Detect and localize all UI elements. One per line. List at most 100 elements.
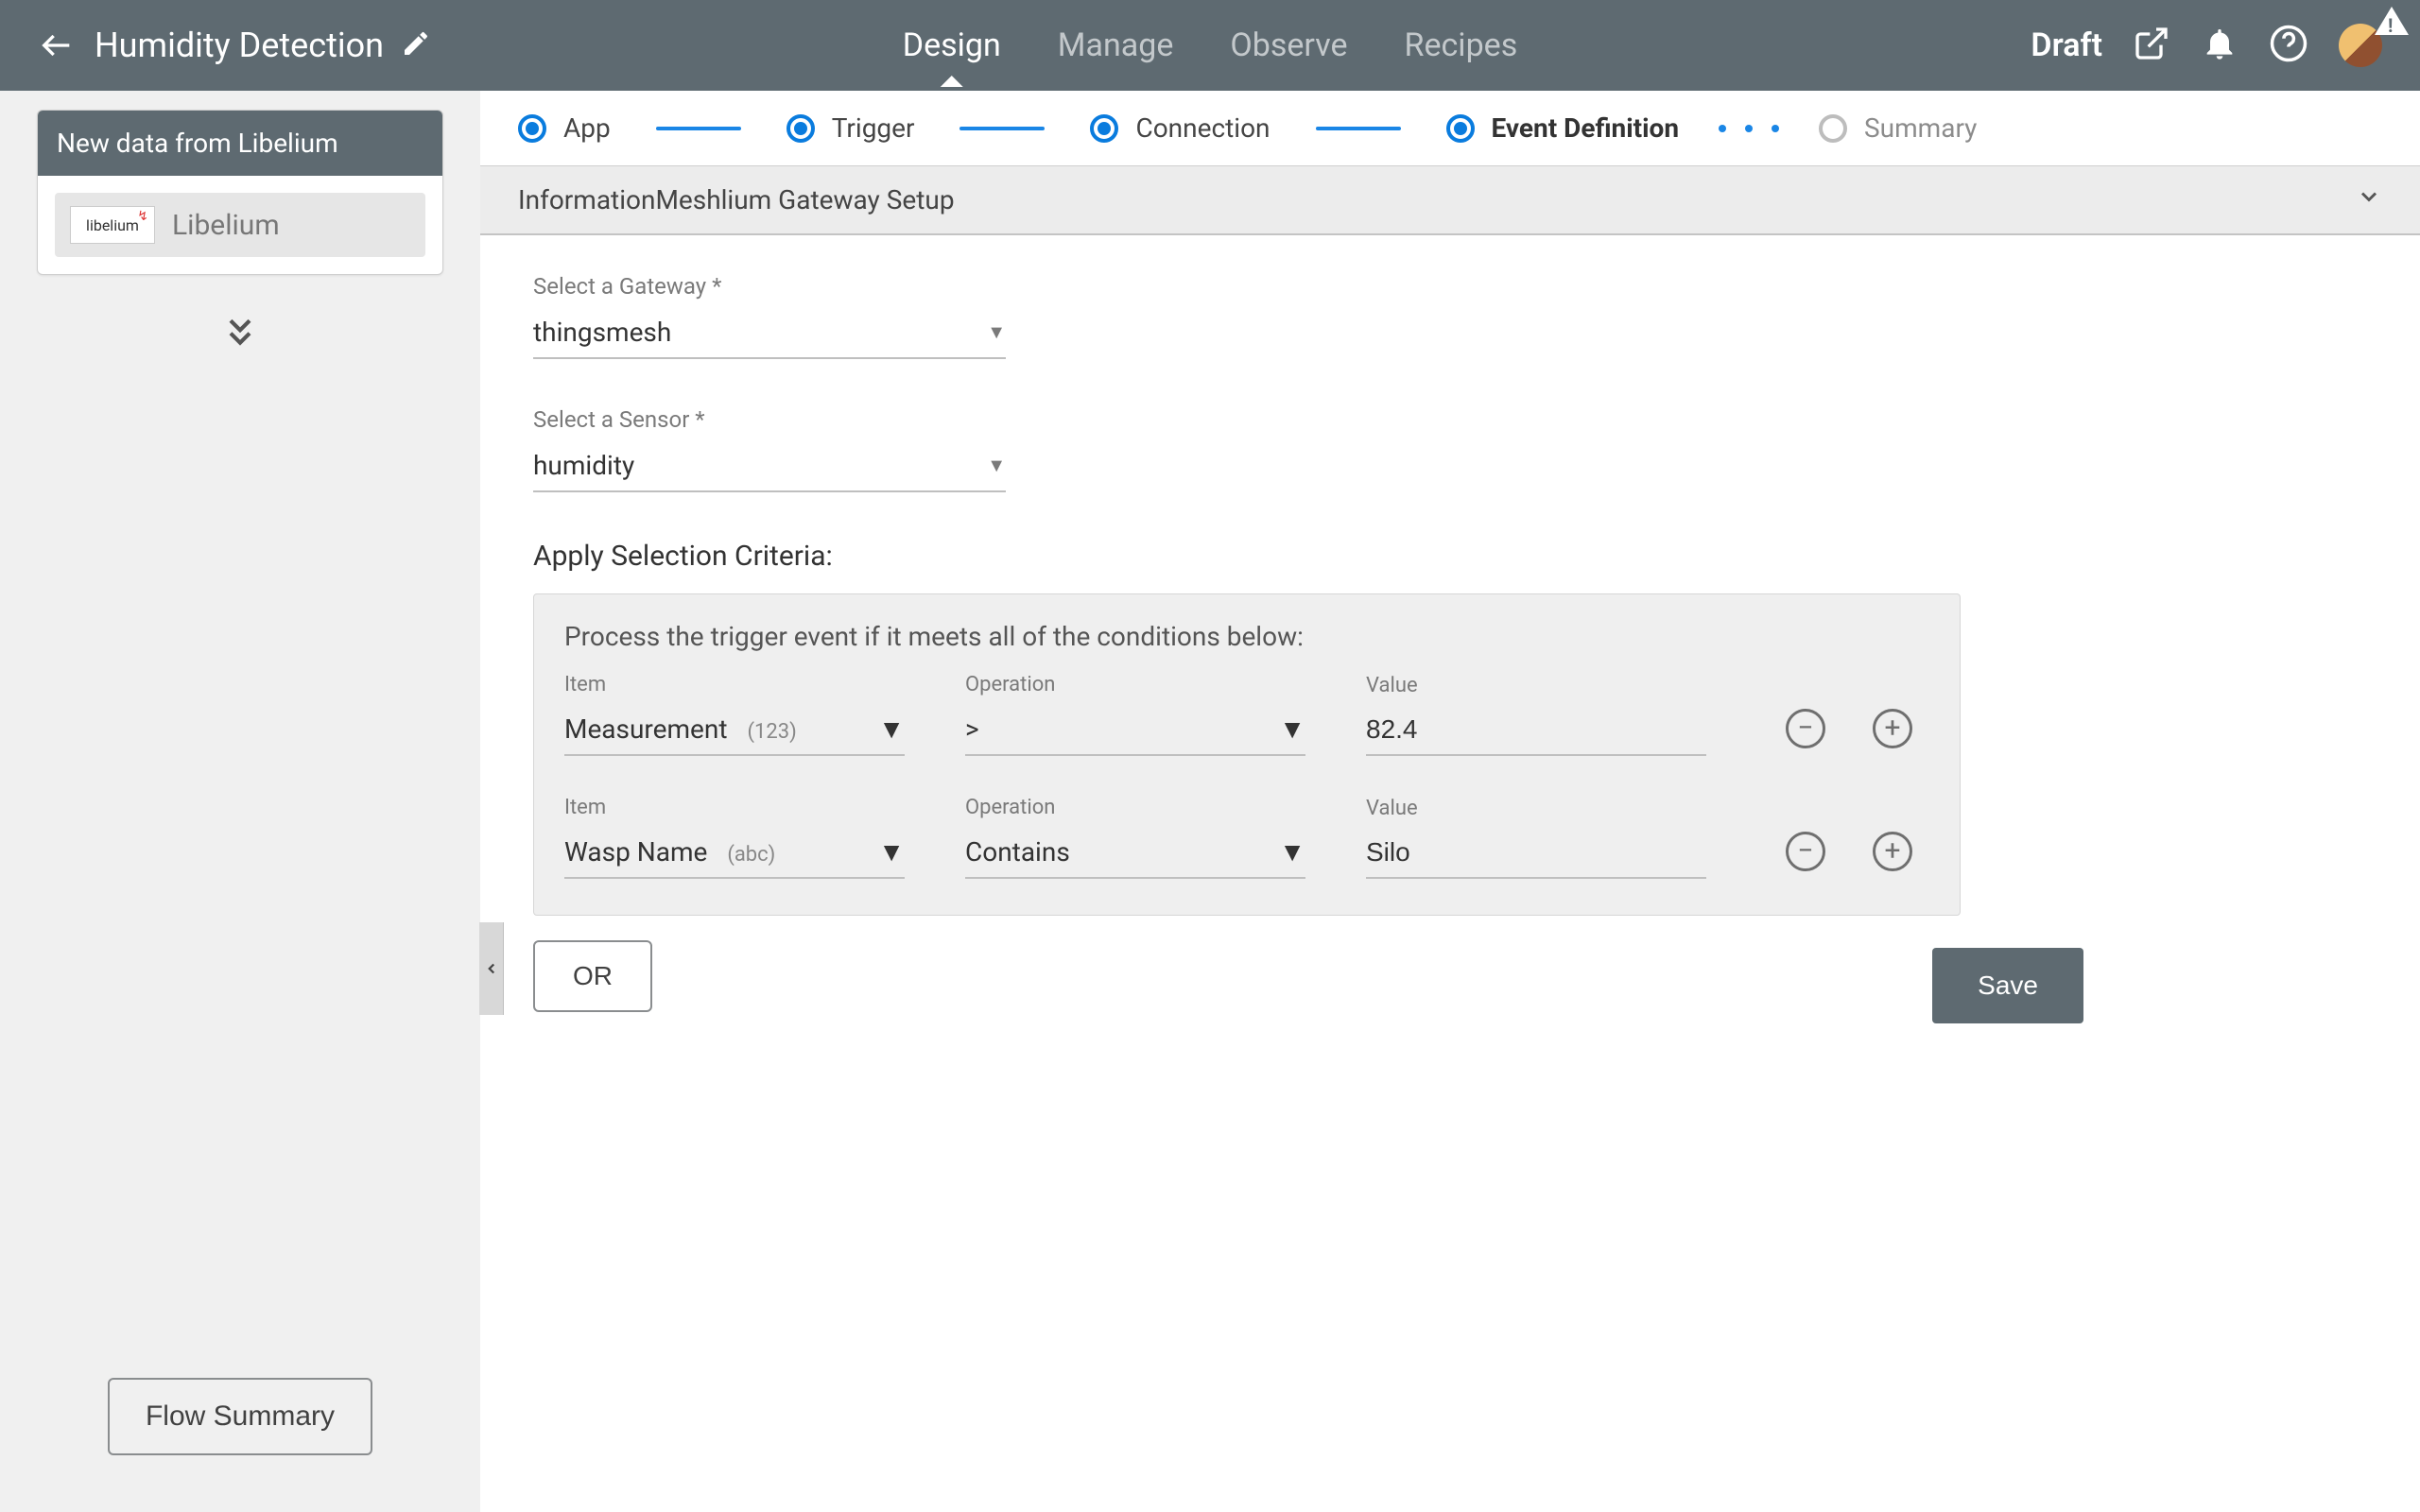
libelium-block[interactable]: libelium ↯ Libelium xyxy=(55,193,425,257)
step-connector xyxy=(959,127,1045,130)
main-tabs: Design Manage Observe Recipes xyxy=(903,0,1518,91)
chevron-down-icon: ▼ xyxy=(987,454,1006,477)
tab-observe[interactable]: Observe xyxy=(1230,26,1347,64)
condition-value-input[interactable] xyxy=(1366,828,1706,879)
condition-row: Item Measurement (123) ▼ Operation xyxy=(564,673,1929,756)
step-connection[interactable]: Connection xyxy=(1090,112,1270,144)
operation-label: Operation xyxy=(965,673,1305,696)
condition-item-select[interactable]: Wasp Name (abc) ▼ xyxy=(564,827,905,879)
condition-operation-select[interactable]: Contains ▼ xyxy=(965,827,1305,879)
back-arrow-icon[interactable] xyxy=(38,26,76,64)
chevron-down-icon: ▼ xyxy=(1279,713,1305,745)
collapse-sidebar-handle[interactable] xyxy=(479,922,504,1015)
step-summary[interactable]: Summary xyxy=(1819,112,1977,144)
flow-summary-button[interactable]: Flow Summary xyxy=(108,1378,372,1455)
step-connector xyxy=(1316,127,1401,130)
gateway-field: Select a Gateway * thingsmesh ▼ xyxy=(533,273,1006,359)
or-button[interactable]: OR xyxy=(533,940,652,1012)
gateway-value: thingsmesh xyxy=(533,317,671,348)
left-sidebar: New data from Libelium libelium ↯ Libeli… xyxy=(0,91,480,1512)
libelium-logo-text: libelium xyxy=(86,216,139,234)
condition-row: Item Wasp Name (abc) ▼ Operation xyxy=(564,796,1929,879)
remove-condition-button[interactable]: − xyxy=(1786,709,1825,748)
wizard-stepper: App Trigger Connection Event Definition xyxy=(480,91,2420,166)
step-event-definition-label: Event Definition xyxy=(1492,112,1680,144)
edit-icon[interactable] xyxy=(401,28,431,62)
criteria-title: Apply Selection Criteria: xyxy=(533,540,2367,573)
step-connector xyxy=(656,127,741,130)
gateway-select[interactable]: thingsmesh ▼ xyxy=(533,307,1006,359)
condition-item-type: (abc) xyxy=(727,843,775,867)
save-button[interactable]: Save xyxy=(1932,948,2083,1023)
item-label: Item xyxy=(564,673,905,696)
criteria-box: Process the trigger event if it meets al… xyxy=(533,593,1961,916)
help-icon[interactable] xyxy=(2269,24,2308,67)
step-trigger[interactable]: Trigger xyxy=(786,112,915,144)
chevron-down-icon: ▼ xyxy=(1279,836,1305,868)
condition-operation-field: Operation > ▼ xyxy=(965,673,1305,756)
step-connection-indicator xyxy=(1090,114,1118,143)
condition-item-field: Item Wasp Name (abc) ▼ xyxy=(564,796,905,879)
step-app-label: App xyxy=(563,112,611,144)
section-collapse-icon[interactable] xyxy=(2356,183,2382,216)
sensor-field: Select a Sensor * humidity ▼ xyxy=(533,406,1006,492)
avatar-container[interactable] xyxy=(2339,24,2382,67)
value-label: Value xyxy=(1366,674,1706,697)
condition-operation-value: > xyxy=(965,713,979,745)
step-connection-label: Connection xyxy=(1135,112,1270,144)
sensor-select[interactable]: humidity ▼ xyxy=(533,440,1006,492)
condition-operation-value: Contains xyxy=(965,836,1070,868)
tab-manage[interactable]: Manage xyxy=(1058,26,1174,64)
condition-item-field: Item Measurement (123) ▼ xyxy=(564,673,905,756)
condition-operation-select[interactable]: > ▼ xyxy=(965,704,1305,756)
libelium-logo: libelium ↯ xyxy=(70,206,155,244)
add-condition-button[interactable]: + xyxy=(1873,832,1912,871)
sensor-value: humidity xyxy=(533,450,634,481)
add-condition-button[interactable]: + xyxy=(1873,709,1912,748)
remove-condition-button[interactable]: − xyxy=(1786,832,1825,871)
condition-value-field: Value xyxy=(1366,797,1706,879)
condition-item-select[interactable]: Measurement (123) ▼ xyxy=(564,704,905,756)
operation-label: Operation xyxy=(965,796,1305,819)
step-event-definition[interactable]: Event Definition xyxy=(1446,112,1680,144)
chevron-down-icon: ▼ xyxy=(878,713,905,745)
warning-icon xyxy=(2375,7,2409,35)
open-external-icon[interactable] xyxy=(2133,25,2170,66)
step-summary-indicator xyxy=(1819,114,1847,143)
chevron-down-icon: ▼ xyxy=(987,320,1006,344)
step-event-definition-indicator xyxy=(1446,114,1475,143)
page-title: Humidity Detection xyxy=(95,26,384,65)
step-summary-label: Summary xyxy=(1864,112,1977,144)
bell-icon[interactable] xyxy=(2201,25,2238,66)
sensor-label: Select a Sensor * xyxy=(533,406,1006,433)
top-bar: Humidity Detection Design Manage Observe… xyxy=(0,0,2420,91)
flow-card-title: New data from Libelium xyxy=(38,111,442,176)
flow-card[interactable]: New data from Libelium libelium ↯ Libeli… xyxy=(37,110,443,275)
step-trigger-indicator xyxy=(786,114,815,143)
libelium-label: Libelium xyxy=(172,209,280,242)
expand-chevron-icon[interactable] xyxy=(221,313,259,354)
step-trigger-label: Trigger xyxy=(832,112,915,144)
condition-item-value: Wasp Name xyxy=(564,836,707,868)
item-label: Item xyxy=(564,796,905,819)
section-header[interactable]: InformationMeshlium Gateway Setup xyxy=(480,166,2420,235)
value-label: Value xyxy=(1366,797,1706,820)
chevron-down-icon: ▼ xyxy=(878,836,905,868)
step-app-indicator xyxy=(518,114,546,143)
antenna-icon: ↯ xyxy=(137,209,148,224)
criteria-description: Process the trigger event if it meets al… xyxy=(564,621,1929,652)
condition-value-input[interactable] xyxy=(1366,705,1706,756)
condition-value-field: Value xyxy=(1366,674,1706,756)
section-title: InformationMeshlium Gateway Setup xyxy=(518,184,955,215)
main-panel: App Trigger Connection Event Definition xyxy=(480,91,2420,1512)
gateway-label: Select a Gateway * xyxy=(533,273,1006,300)
tab-recipes[interactable]: Recipes xyxy=(1405,26,1518,64)
status-badge: Draft xyxy=(2031,26,2102,64)
step-app[interactable]: App xyxy=(518,112,611,144)
tab-design[interactable]: Design xyxy=(903,26,1001,64)
condition-operation-field: Operation Contains ▼ xyxy=(965,796,1305,879)
step-connector-dots xyxy=(1719,125,1779,132)
condition-item-type: (123) xyxy=(747,720,796,744)
condition-item-value: Measurement xyxy=(564,713,728,745)
form-area: Select a Gateway * thingsmesh ▼ Select a… xyxy=(480,235,2420,1061)
